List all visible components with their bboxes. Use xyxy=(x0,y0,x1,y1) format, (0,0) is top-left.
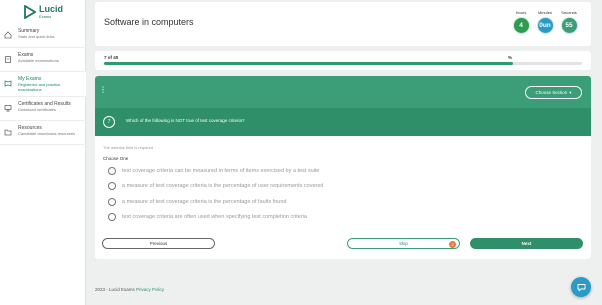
brand-name: Lucid xyxy=(39,4,63,14)
radio-button[interactable] xyxy=(108,182,116,190)
exam-header: Software in computers Hours 4 Minutes 0u… xyxy=(95,2,591,46)
home-icon xyxy=(4,31,12,39)
answer-option-1[interactable]: test coverage criteria can be measured i… xyxy=(108,167,319,175)
timer-seconds-value: 55 xyxy=(560,17,578,34)
previous-button[interactable]: Previous xyxy=(102,238,215,249)
sidebar-item-desc: Stats and quick links xyxy=(18,34,55,39)
sidebar: Lucid Exams Summary Stats and quick link… xyxy=(0,0,86,305)
radio-button[interactable] xyxy=(108,213,116,221)
answer-option-3[interactable]: a measure of test coverage criteria is t… xyxy=(108,198,286,206)
clipboard-icon xyxy=(5,56,11,63)
sidebar-item-exams[interactable]: Exams Available examinations xyxy=(0,48,86,72)
timer-hours-value: 4 xyxy=(512,17,530,34)
progress-card: 7 of 40 % xyxy=(95,51,591,70)
sidebar-item-desc: Candidate downloads resources xyxy=(18,131,76,136)
chat-button[interactable] xyxy=(571,277,591,297)
progress-percent: % xyxy=(508,55,513,60)
brand-logo[interactable]: Lucid Exams xyxy=(24,5,63,19)
timer-hours: Hours 4 xyxy=(511,10,531,34)
skip-button[interactable]: Skip 2 xyxy=(347,238,460,249)
folder-icon xyxy=(4,129,12,136)
timer-seconds: Seconds 55 xyxy=(559,10,579,34)
timer-hours-label: Hours xyxy=(515,10,527,15)
chevron-down-icon: ▾ xyxy=(569,89,572,95)
timer-minutes-label: Minutes xyxy=(537,10,552,15)
sidebar-item-my-exams[interactable]: My Exams Registered and practice examina… xyxy=(0,72,86,97)
chat-icon xyxy=(577,283,585,291)
choose-section-label: Choose Section xyxy=(535,90,568,95)
book-icon xyxy=(4,80,12,87)
sidebar-item-resources[interactable]: Resources Candidate downloads resources xyxy=(0,121,86,145)
answer-option-text: test coverage criteria can be measured i… xyxy=(122,168,320,174)
answer-option-4[interactable]: test coverage criteria are often used wh… xyxy=(108,213,307,221)
sidebar-nav: Summary Stats and quick links Exams Avai… xyxy=(0,24,86,145)
privacy-policy-link[interactable]: Privacy Policy xyxy=(136,287,164,292)
sidebar-item-summary[interactable]: Summary Stats and quick links xyxy=(0,24,86,48)
next-button[interactable]: Next xyxy=(470,238,583,249)
progress-bar xyxy=(104,62,582,65)
answer-option-text: a measure of test coverage criteria is t… xyxy=(122,199,287,205)
progress-label: 7 of 40 xyxy=(104,55,119,60)
answer-option-2[interactable]: a measure of test coverage criteria is t… xyxy=(108,182,323,190)
certificate-icon xyxy=(4,105,12,112)
question-number: 7 xyxy=(103,116,115,128)
choose-section-button[interactable]: Choose Section ▾ xyxy=(525,86,582,99)
sidebar-item-desc: Registered and practice examinations xyxy=(18,82,61,92)
question-toolbar: Choose Section ▾ xyxy=(95,76,591,108)
answer-option-text: a measure of test coverage criteria is t… xyxy=(122,183,324,189)
timer-minutes: Minutes 0un xyxy=(535,10,555,34)
skip-count-badge: 2 xyxy=(449,240,456,248)
radio-button[interactable] xyxy=(108,167,116,175)
footer: 2023 - Lucid Exams Privacy Policy xyxy=(95,287,164,292)
countdown-timer: Hours 4 Minutes 0un Seconds 55 xyxy=(511,10,579,34)
answer-option-text: test coverage criteria are often used wh… xyxy=(122,214,307,220)
sidebar-item-desc: Available examinations xyxy=(18,58,59,63)
more-vertical-icon[interactable] xyxy=(102,86,104,93)
required-note: The asterisk field is required xyxy=(103,145,154,150)
question-bar: 7 Which of the following is NOT true of … xyxy=(95,108,591,136)
sidebar-item-desc: Download certificates xyxy=(18,107,57,112)
sidebar-item-certificates[interactable]: Certificates and Results Download certif… xyxy=(0,97,86,121)
copyright-text: 2023 - Lucid Exams xyxy=(95,287,135,292)
progress-fill xyxy=(104,62,513,65)
brand-tagline: Exams xyxy=(39,14,52,19)
radio-button[interactable] xyxy=(108,198,116,206)
lucid-logo-icon xyxy=(24,5,36,19)
page-title: Software in computers xyxy=(104,17,194,27)
choose-one-label: Choose One xyxy=(103,156,129,161)
skip-label: Skip xyxy=(399,241,408,246)
question-card: Choose Section ▾ 7 Which of the followin… xyxy=(95,76,591,259)
timer-minutes-value: 0un xyxy=(536,17,554,34)
timer-seconds-label: Seconds xyxy=(561,10,577,15)
question-text: Which of the following is NOT true of te… xyxy=(126,118,245,123)
